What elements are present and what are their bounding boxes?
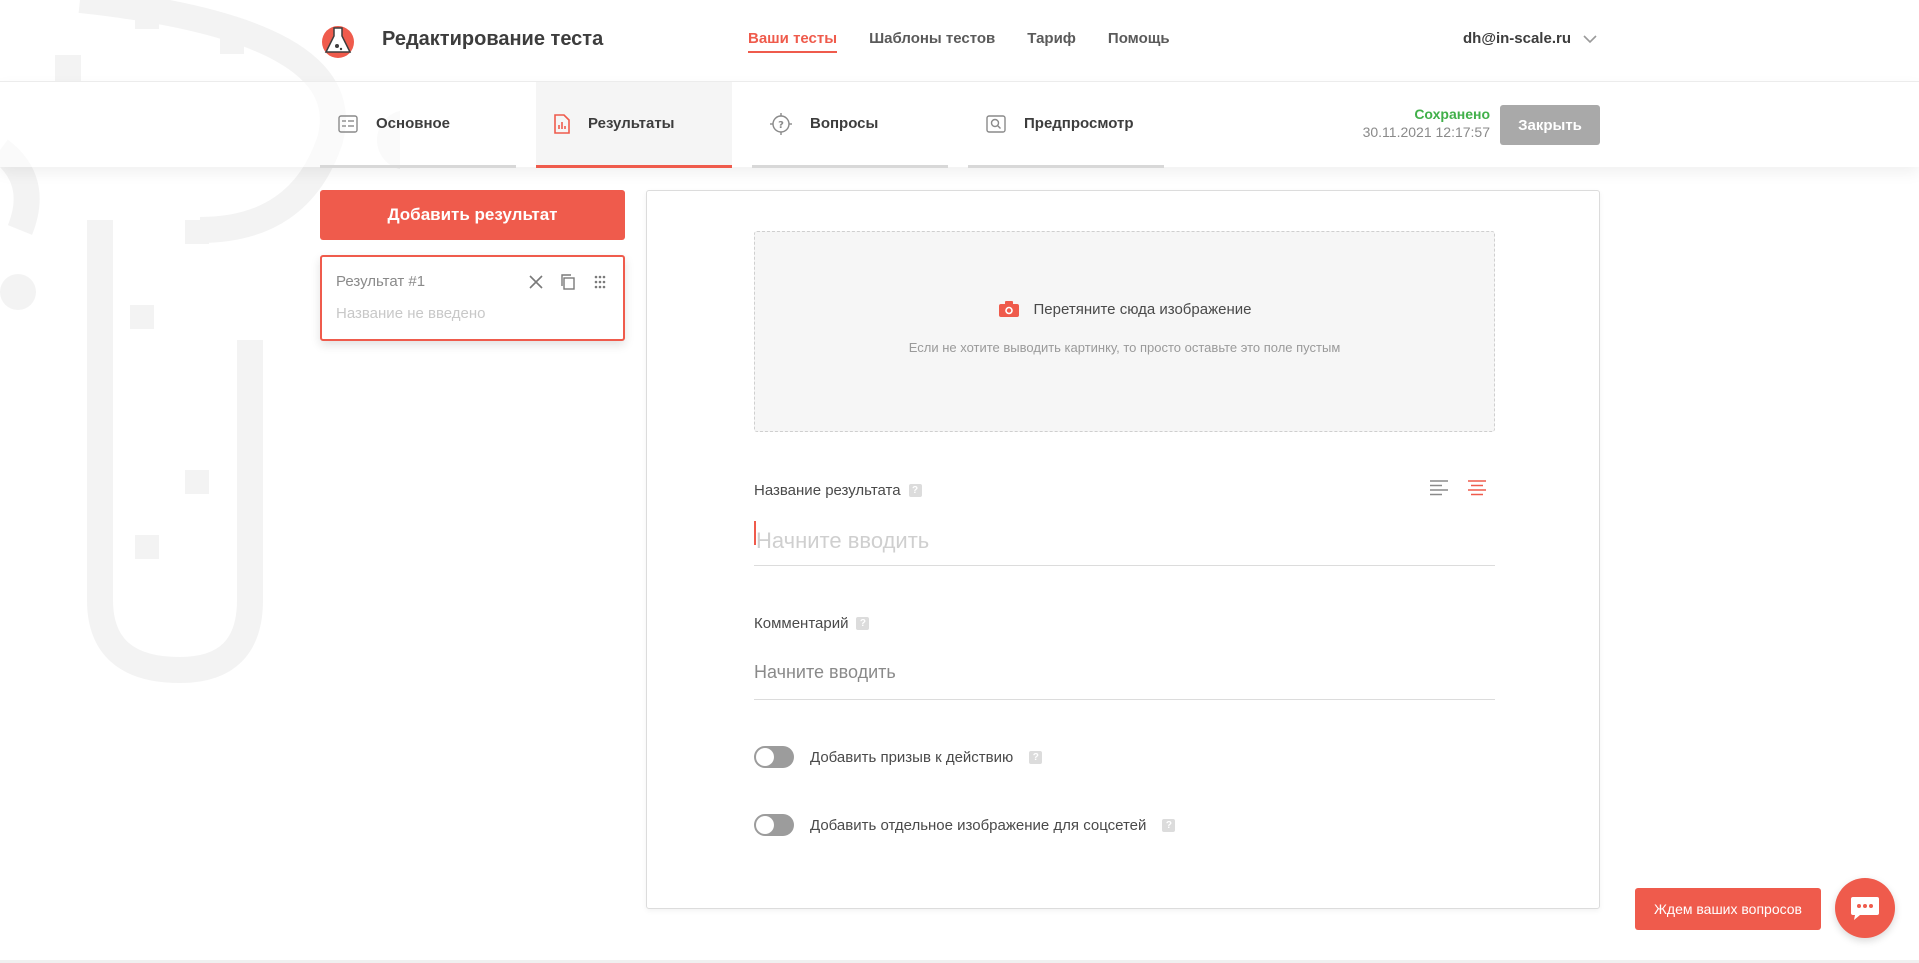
close-icon[interactable] — [527, 273, 545, 291]
help-icon[interactable]: ? — [908, 484, 922, 497]
tab-results[interactable]: Результаты — [536, 82, 732, 168]
nav-help[interactable]: Помощь — [1108, 30, 1170, 53]
chat-button[interactable] — [1835, 878, 1895, 938]
close-button[interactable]: Закрыть — [1500, 105, 1600, 145]
social-image-toggle-row: Добавить отдельное изображение для соцсе… — [754, 814, 1176, 836]
page-title: Редактирование теста — [382, 28, 604, 50]
dropzone-hint: Если не хотите выводить картинку, то про… — [908, 340, 1341, 355]
save-status: Сохранено 30.11.2021 12:17:57 — [1358, 106, 1490, 140]
text-align-controls — [1429, 479, 1487, 497]
text-caret — [754, 521, 756, 545]
preview-icon — [986, 114, 1006, 133]
question-target-icon: ? — [770, 112, 792, 135]
saved-timestamp: 30.11.2021 12:17:57 — [1362, 124, 1490, 140]
chevron-down-icon — [1583, 34, 1597, 43]
tab-preview[interactable]: Предпросмотр — [968, 82, 1164, 168]
social-image-toggle[interactable] — [754, 814, 794, 836]
report-icon — [554, 113, 570, 134]
help-icon[interactable]: ? — [1029, 750, 1043, 764]
image-dropzone[interactable]: Перетяните сюда изображение Если не хоти… — [754, 231, 1495, 432]
nav-tariff[interactable]: Тариф — [1027, 30, 1076, 53]
top-nav: Ваши тесты Шаблоны тестов Тариф Помощь — [748, 30, 1202, 53]
result-list-item[interactable]: Результат #1 Название не введено — [320, 255, 625, 341]
editor-tabs: Основное Результаты ? Вопросы Предпросмо… — [0, 81, 1919, 168]
result-title: Результат #1 — [336, 273, 426, 290]
result-subtitle: Название не введено — [336, 305, 486, 322]
chat-invite-label[interactable]: Ждем ваших вопросов — [1635, 888, 1821, 930]
nav-your-tests[interactable]: Ваши тесты — [748, 30, 838, 53]
result-name-input[interactable] — [754, 516, 1495, 566]
tab-general[interactable]: Основное — [320, 82, 516, 168]
dropzone-label: Перетяните сюда изображение — [1033, 300, 1252, 318]
drag-handle-icon[interactable] — [591, 273, 609, 291]
app-logo[interactable] — [320, 22, 356, 58]
tab-results-label: Результаты — [588, 115, 675, 132]
chat-bubble-icon — [1851, 897, 1879, 920]
comment-input[interactable] — [754, 646, 1495, 700]
user-email: dh@in-scale.ru — [1463, 30, 1571, 47]
result-actions — [527, 273, 609, 291]
add-result-button[interactable]: Добавить результат — [320, 190, 625, 240]
cta-toggle-row: Добавить призыв к действию ? — [754, 746, 1043, 768]
form-icon — [338, 114, 358, 133]
user-menu[interactable]: dh@in-scale.ru — [1463, 30, 1597, 47]
help-icon[interactable]: ? — [1162, 818, 1176, 832]
tab-preview-label: Предпросмотр — [1024, 115, 1134, 132]
cta-toggle[interactable] — [754, 746, 794, 768]
result-name-label-text: Название результата — [754, 482, 901, 499]
camera-icon — [998, 301, 1019, 317]
tab-questions-label: Вопросы — [810, 115, 879, 132]
copy-icon[interactable] — [559, 273, 577, 291]
nav-templates[interactable]: Шаблоны тестов — [869, 30, 995, 53]
svg-text:?: ? — [778, 120, 784, 131]
result-name-label: Название результата ? — [754, 482, 922, 499]
tab-general-label: Основное — [376, 115, 451, 132]
cta-toggle-label: Добавить призыв к действию — [810, 748, 1014, 766]
align-left-icon[interactable] — [1429, 479, 1449, 497]
saved-label: Сохранено — [1414, 106, 1490, 122]
top-header: Редактирование теста Ваши тесты Шаблоны … — [0, 0, 1919, 80]
help-icon[interactable]: ? — [856, 617, 870, 630]
dropzone-main: Перетяните сюда изображение — [755, 300, 1494, 318]
result-editor-panel: Перетяните сюда изображение Если не хоти… — [646, 190, 1600, 909]
comment-label: Комментарий ? — [754, 615, 870, 632]
social-image-toggle-label: Добавить отдельное изображение для соцсе… — [810, 816, 1147, 834]
tab-questions[interactable]: ? Вопросы — [752, 82, 948, 168]
comment-label-text: Комментарий — [754, 615, 849, 632]
align-center-icon[interactable] — [1467, 479, 1487, 497]
